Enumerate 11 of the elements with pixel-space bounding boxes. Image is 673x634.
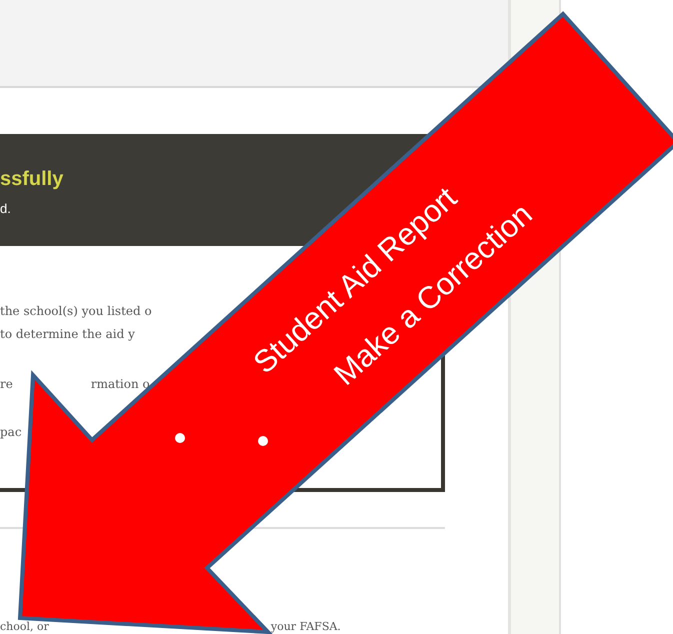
banner-title: ssfully (0, 168, 64, 191)
notice-text: pac (0, 425, 22, 439)
notice-text: to determine the aid y (0, 327, 135, 341)
notice-text: re (0, 377, 13, 391)
bullet-icon (258, 436, 268, 446)
notice-text: the school(s) you listed o (0, 304, 152, 318)
body-text: chool, or (0, 621, 49, 633)
bullet-icon (175, 433, 185, 443)
banner-message: d. (0, 201, 11, 216)
body-text: your FAFSA. (270, 621, 341, 633)
notice-text: rmation o (90, 377, 150, 391)
